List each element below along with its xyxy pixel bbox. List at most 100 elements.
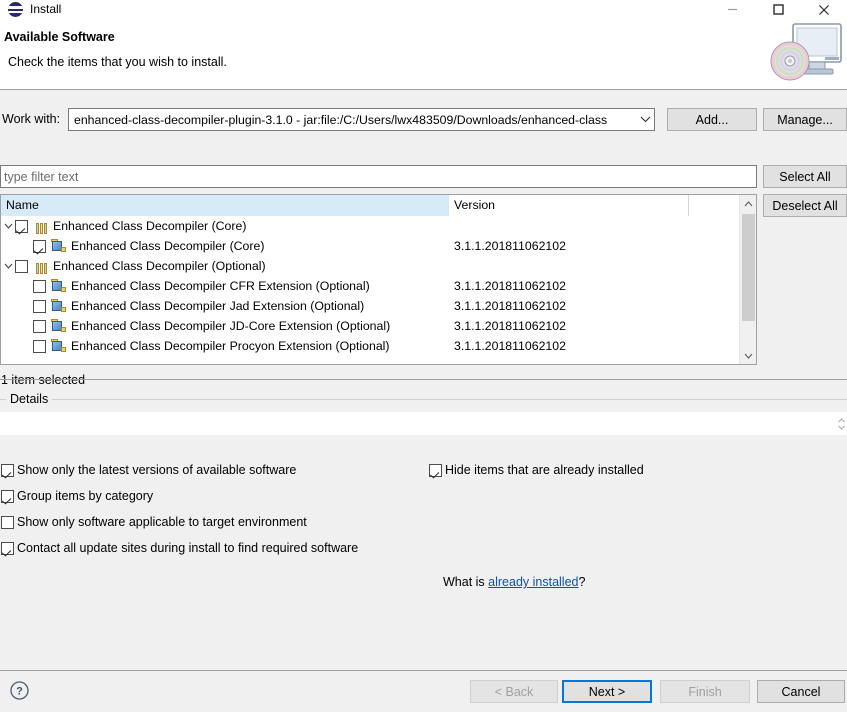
row-version-cell: 3.1.1.201811062102 bbox=[454, 339, 566, 353]
scroll-up-button[interactable] bbox=[740, 195, 756, 212]
cancel-button[interactable]: Cancel bbox=[757, 680, 845, 703]
row-checkbox[interactable] bbox=[15, 259, 28, 273]
feature-package-icon bbox=[51, 278, 67, 294]
option-applicable-target[interactable]: Show only software applicable to target … bbox=[1, 509, 358, 535]
row-name-cell: Enhanced Class Decompiler (Core) bbox=[1, 216, 449, 236]
row-name-cell: Enhanced Class Decompiler Jad Extension … bbox=[1, 296, 449, 316]
page-title: Available Software bbox=[4, 30, 115, 44]
row-checkbox[interactable] bbox=[33, 319, 46, 333]
table-row[interactable]: Enhanced Class Decompiler JD-Core Extens… bbox=[1, 316, 756, 336]
row-checkbox[interactable] bbox=[33, 239, 46, 253]
option-applicable-target-checkbox[interactable] bbox=[1, 515, 14, 529]
option-hide-installed-checkbox[interactable] bbox=[429, 463, 442, 477]
maximize-button[interactable] bbox=[755, 0, 801, 19]
option-contact-update-sites-checkbox[interactable] bbox=[1, 541, 14, 555]
table-row[interactable]: Enhanced Class Decompiler Procyon Extens… bbox=[1, 336, 756, 356]
what-is-suffix: ? bbox=[578, 575, 586, 589]
table-row[interactable]: Enhanced Class Decompiler (Optional) bbox=[1, 256, 756, 276]
work-with-row: Work with: enhanced-class-decompiler-plu… bbox=[0, 108, 847, 387]
help-question-icon[interactable]: ? bbox=[10, 681, 29, 700]
row-name-cell: Enhanced Class Decompiler (Core) bbox=[1, 236, 449, 256]
option-contact-update-sites-label: Contact all update sites during install … bbox=[17, 541, 359, 555]
finish-button[interactable]: Finish bbox=[660, 680, 750, 703]
chevron-down-icon[interactable] bbox=[1, 256, 15, 276]
row-name-cell: Enhanced Class Decompiler Procyon Extens… bbox=[1, 336, 449, 356]
feature-package-icon bbox=[51, 338, 67, 354]
option-group-by-category[interactable]: Group items by category bbox=[1, 483, 358, 509]
row-version-cell: 3.1.1.201811062102 bbox=[454, 299, 566, 313]
table-row[interactable]: Enhanced Class Decompiler Jad Extension … bbox=[1, 296, 756, 316]
row-version-cell: 3.1.1.201811062102 bbox=[454, 319, 566, 333]
eclipse-icon bbox=[8, 1, 24, 18]
work-with-combo[interactable]: enhanced-class-decompiler-plugin-3.1.0 -… bbox=[68, 108, 655, 131]
option-contact-update-sites[interactable]: Contact all update sites during install … bbox=[1, 535, 358, 561]
close-button[interactable] bbox=[801, 0, 847, 19]
details-value bbox=[0, 412, 836, 435]
back-button[interactable]: < Back bbox=[470, 680, 558, 703]
software-tree[interactable]: Name Version Enhanced Class Decompiler (… bbox=[0, 194, 757, 365]
option-group-by-category-checkbox[interactable] bbox=[1, 489, 14, 503]
deselect-all-button[interactable]: Deselect All bbox=[763, 194, 847, 217]
window-title: Install bbox=[30, 2, 62, 16]
scroll-down-button[interactable] bbox=[740, 347, 756, 364]
select-all-button[interactable]: Select All bbox=[763, 165, 847, 188]
row-version-cell: 3.1.1.201811062102 bbox=[454, 279, 566, 293]
row-checkbox[interactable] bbox=[15, 219, 28, 233]
row-version-cell: 3.1.1.201811062102 bbox=[454, 239, 566, 253]
scrollbar-thumb[interactable] bbox=[742, 214, 755, 321]
tree-scrollbar[interactable] bbox=[739, 195, 756, 364]
feature-package-icon bbox=[51, 298, 67, 314]
row-checkbox[interactable] bbox=[33, 299, 46, 313]
table-row[interactable]: Enhanced Class Decompiler (Core) bbox=[1, 216, 756, 236]
dialog-footer: ? < Back Next > Finish Cancel bbox=[0, 671, 847, 712]
install-cd-monitor-icon bbox=[763, 22, 843, 86]
option-hide-installed-label: Hide items that are already installed bbox=[445, 463, 644, 477]
option-applicable-target-label: Show only software applicable to target … bbox=[17, 515, 307, 529]
divider bbox=[0, 379, 847, 380]
row-label: Enhanced Class Decompiler (Optional) bbox=[53, 259, 266, 273]
work-with-value: enhanced-class-decompiler-plugin-3.1.0 -… bbox=[74, 112, 608, 127]
details-group: Details bbox=[0, 391, 847, 435]
row-name-cell: Enhanced Class Decompiler JD-Core Extens… bbox=[1, 316, 449, 336]
manage-button[interactable]: Manage... bbox=[763, 108, 847, 131]
row-label: Enhanced Class Decompiler JD-Core Extens… bbox=[71, 319, 391, 333]
option-latest-versions-label: Show only the latest versions of availab… bbox=[17, 463, 297, 477]
title-bar: Install bbox=[0, 0, 847, 19]
table-row[interactable]: Enhanced Class Decompiler (Core) 3.1.1.20… bbox=[1, 236, 756, 256]
table-row[interactable]: Enhanced Class Decompiler CFR Extension … bbox=[1, 276, 756, 296]
category-icon bbox=[33, 218, 49, 234]
option-latest-versions[interactable]: Show only the latest versions of availab… bbox=[1, 457, 358, 483]
row-name-cell: Enhanced Class Decompiler CFR Extension … bbox=[1, 276, 449, 296]
feature-package-icon bbox=[51, 318, 67, 334]
minimize-button[interactable] bbox=[709, 0, 755, 19]
column-header-name[interactable]: Name bbox=[1, 195, 449, 216]
option-group-by-category-label: Group items by category bbox=[17, 489, 154, 503]
row-checkbox[interactable] bbox=[33, 279, 46, 293]
details-scroll-arrows[interactable] bbox=[836, 412, 847, 435]
option-hide-installed[interactable]: Hide items that are already installed bbox=[429, 457, 644, 483]
add-button[interactable]: Add... bbox=[667, 108, 757, 131]
filter-input[interactable] bbox=[0, 165, 757, 188]
options-left-column: Show only the latest versions of availab… bbox=[1, 457, 358, 561]
dialog-body: Work with: enhanced-class-decompiler-plu… bbox=[0, 91, 847, 671]
row-label: Enhanced Class Decompiler Jad Extension … bbox=[71, 299, 365, 313]
row-label: Enhanced Class Decompiler CFR Extension … bbox=[71, 279, 370, 293]
work-with-label: Work with: bbox=[2, 112, 61, 126]
option-latest-versions-checkbox[interactable] bbox=[1, 463, 14, 477]
details-text-area[interactable] bbox=[0, 412, 847, 435]
next-button[interactable]: Next > bbox=[562, 680, 652, 703]
row-name-cell: Enhanced Class Decompiler (Optional) bbox=[1, 256, 449, 276]
window-controls bbox=[709, 0, 847, 19]
row-label: Enhanced Class Decompiler (Core) bbox=[53, 219, 247, 233]
chevron-down-icon[interactable] bbox=[1, 216, 15, 236]
svg-text:?: ? bbox=[16, 686, 23, 698]
column-header-version[interactable]: Version bbox=[449, 195, 689, 216]
what-is-prefix: What is bbox=[443, 575, 489, 589]
row-checkbox[interactable] bbox=[33, 339, 46, 353]
category-icon bbox=[33, 258, 49, 274]
what-is-already-installed: What is already installed? bbox=[443, 575, 585, 589]
chevron-down-icon bbox=[636, 116, 654, 123]
already-installed-link[interactable]: already installed bbox=[488, 575, 578, 589]
page-subtitle: Check the items that you wish to install… bbox=[8, 55, 227, 69]
details-label: Details bbox=[6, 392, 53, 406]
